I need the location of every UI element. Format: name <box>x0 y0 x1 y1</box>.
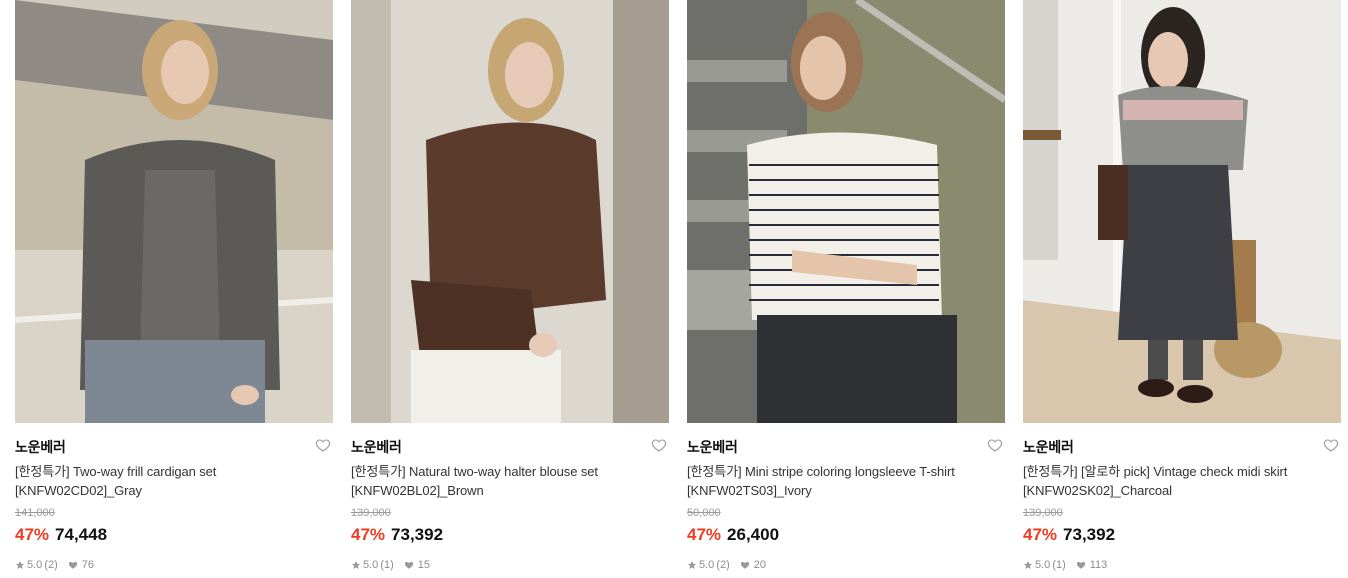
sale-price: 74,448 <box>55 525 108 544</box>
product-card[interactable]: 노운베러 [한정특가] Two-way frill cardigan set [… <box>15 0 333 572</box>
brand-name[interactable]: 노운베러 <box>351 439 402 455</box>
product-code: [KNFW02TS03]_Ivory <box>687 483 812 498</box>
brand-name[interactable]: 노운베러 <box>687 439 738 455</box>
product-card[interactable]: 노운베러 [한정특가] Natural two-way halter blous… <box>351 0 669 572</box>
discount-rate: 47% <box>15 525 50 544</box>
discount-rate: 47% <box>1023 525 1058 544</box>
original-price: 141,000 <box>15 507 55 519</box>
heart-outline-icon[interactable] <box>315 437 331 453</box>
sale-price: 73,392 <box>1063 525 1116 544</box>
heart-filled-icon <box>740 561 749 569</box>
original-price: 139,000 <box>351 507 391 519</box>
product-grid: 노운베러 [한정특가] Two-way frill cardigan set [… <box>0 0 1348 578</box>
likes-count: 113 <box>1089 559 1108 571</box>
star-icon <box>687 560 697 569</box>
review-count: (2) <box>44 559 58 571</box>
product-code: [KNFW02SK02]_Charcoal <box>1023 483 1172 498</box>
product-image[interactable] <box>351 0 669 423</box>
star-icon <box>1023 560 1033 569</box>
brand-row: 노운베러 <box>1023 437 1341 457</box>
heart-filled-icon <box>68 561 77 569</box>
product-title-line: [한정특가] Two-way frill cardigan set <box>15 464 217 479</box>
original-price: 50,000 <box>687 507 721 519</box>
heart-filled-icon <box>404 561 413 569</box>
product-title-line: [한정특가] [알로하 pick] Vintage check midi ski… <box>1023 464 1288 479</box>
discount-rate: 47% <box>687 525 722 544</box>
brand-row: 노운베러 <box>15 437 333 457</box>
heart-outline-icon[interactable] <box>1323 437 1339 453</box>
brand-row: 노운베러 <box>687 437 1005 457</box>
review-count: (2) <box>716 559 730 571</box>
product-card[interactable]: 노운베러 [한정특가] [알로하 pick] Vintage check mid… <box>1023 0 1341 572</box>
product-card[interactable]: 노운베러 [한정특가] Mini stripe coloring longsle… <box>687 0 1005 572</box>
product-photo-illustration <box>1023 0 1341 423</box>
product-title[interactable]: [한정특가] [알로하 pick] Vintage check midi ski… <box>1023 462 1341 500</box>
product-code: [KNFW02CD02]_Gray <box>15 483 142 498</box>
discount-rate: 47% <box>351 525 386 544</box>
meta-row: 5.0 (1) 113 <box>1023 558 1341 572</box>
product-image[interactable] <box>15 0 333 423</box>
rating-value: 5.0 <box>363 559 379 571</box>
heart-outline-icon[interactable] <box>651 437 667 453</box>
meta-row: 5.0 (2) 20 <box>687 558 1005 572</box>
product-title[interactable]: [한정특가] Natural two-way halter blouse set… <box>351 462 669 500</box>
heart-outline-icon[interactable] <box>987 437 1003 453</box>
price-row: 47% 74,448 <box>15 524 333 546</box>
review-count: (1) <box>380 559 394 571</box>
product-title-line: [한정특가] Mini stripe coloring longsleeve T… <box>687 464 955 479</box>
product-image[interactable] <box>687 0 1005 423</box>
meta-row: 5.0 (1) 15 <box>351 558 669 572</box>
star-icon <box>15 560 25 569</box>
likes-count: 20 <box>753 559 766 571</box>
product-image[interactable] <box>1023 0 1341 423</box>
product-photo-illustration <box>351 0 669 423</box>
original-price: 139,000 <box>1023 507 1063 519</box>
brand-name[interactable]: 노운베러 <box>15 439 66 455</box>
product-code: [KNFW02BL02]_Brown <box>351 483 484 498</box>
price-row: 47% 73,392 <box>351 524 669 546</box>
price-row: 47% 26,400 <box>687 524 1005 546</box>
product-title-line: [한정특가] Natural two-way halter blouse set <box>351 464 598 479</box>
sale-price: 26,400 <box>727 525 780 544</box>
review-count: (1) <box>1052 559 1066 571</box>
rating-value: 5.0 <box>27 559 43 571</box>
star-icon <box>351 560 361 569</box>
likes-count: 76 <box>81 559 94 571</box>
likes-count: 15 <box>417 559 430 571</box>
price-row: 47% 73,392 <box>1023 524 1341 546</box>
heart-filled-icon <box>1076 561 1085 569</box>
brand-name[interactable]: 노운베러 <box>1023 439 1074 455</box>
rating-value: 5.0 <box>699 559 715 571</box>
brand-row: 노운베러 <box>351 437 669 457</box>
product-photo-illustration <box>687 0 1005 423</box>
rating-value: 5.0 <box>1035 559 1051 571</box>
sale-price: 73,392 <box>391 525 444 544</box>
meta-row: 5.0 (2) 76 <box>15 558 333 572</box>
product-title[interactable]: [한정특가] Two-way frill cardigan set [KNFW0… <box>15 462 333 500</box>
product-photo-illustration <box>15 0 333 423</box>
product-title[interactable]: [한정특가] Mini stripe coloring longsleeve T… <box>687 462 1005 500</box>
